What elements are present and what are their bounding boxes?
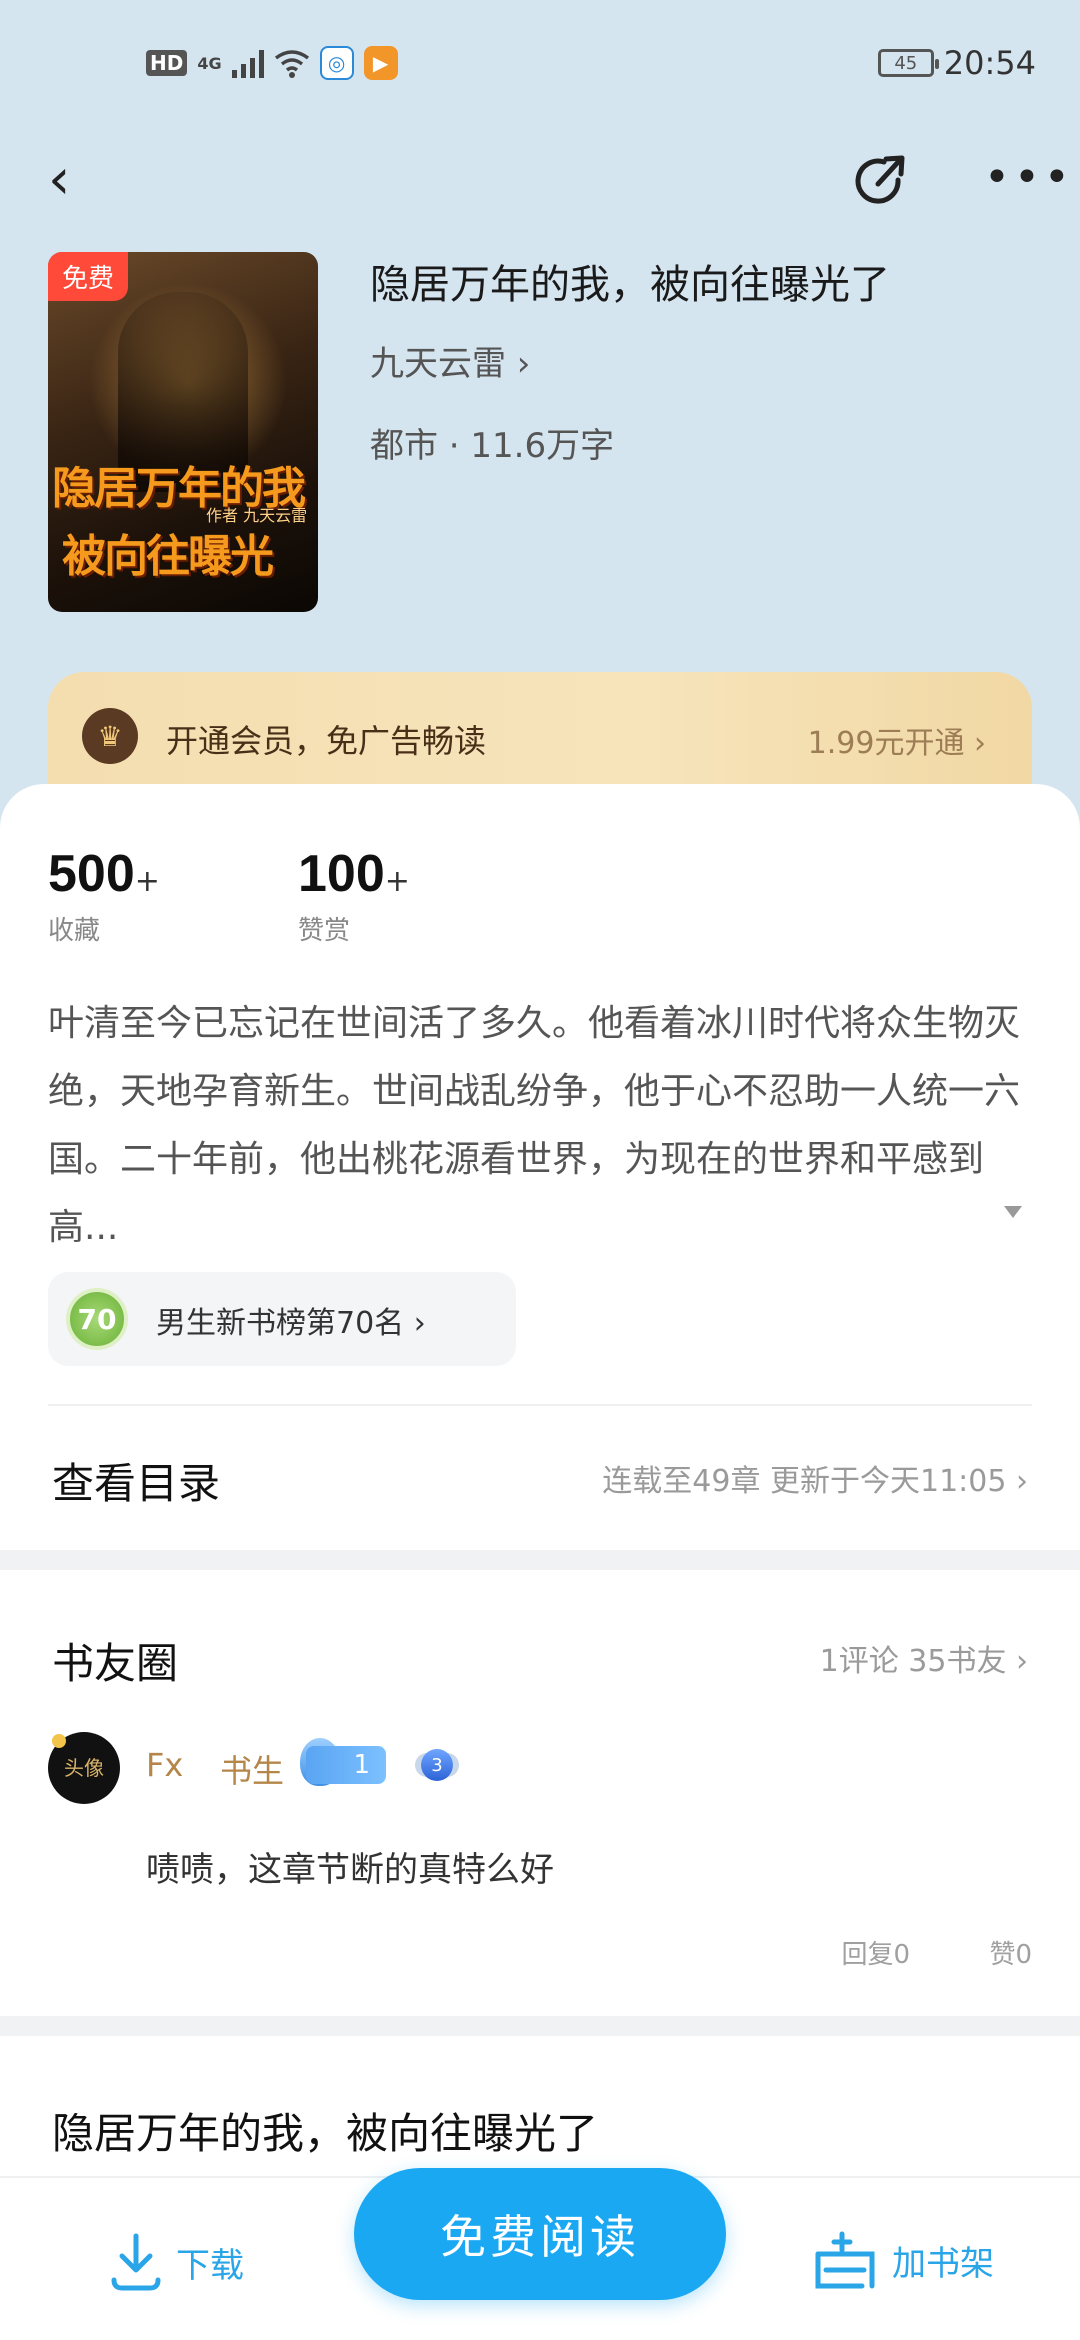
- share-icon[interactable]: [850, 150, 912, 212]
- section-gap: [0, 1550, 1080, 1570]
- download-icon: [111, 2233, 161, 2291]
- download-label: 下载: [176, 2245, 244, 2286]
- author-link[interactable]: 九天云雷 ›: [370, 336, 530, 385]
- avatar-badge: [52, 1734, 66, 1748]
- user-title: 书生: [220, 1752, 285, 1790]
- fan-level-badge: 1: [306, 1746, 386, 1784]
- book-cover[interactable]: 免费 隐居万年的我 作者 九天云雷 被向往曝光: [48, 252, 318, 612]
- free-read-button[interactable]: 免费阅读: [354, 2168, 726, 2300]
- book-circle-meta[interactable]: 1评论 35书友 ›: [820, 1636, 1028, 1680]
- stat-suffix: +: [384, 864, 410, 899]
- add-to-shelf-button[interactable]: 加书架: [814, 2230, 994, 2290]
- reading-section-title: 隐居万年的我，被向往曝光了: [52, 2109, 599, 2158]
- book-circle-title: 书友圈: [52, 1639, 179, 1688]
- toc-label[interactable]: 查看目录: [52, 1450, 220, 1511]
- status-bar: HD 4G ◎ ▶ 45 20:54: [0, 40, 1080, 96]
- network-type: 4G: [197, 53, 222, 73]
- rank-level: 3: [421, 1749, 453, 1781]
- status-left: HD 4G ◎ ▶: [146, 46, 398, 80]
- crown-icon: ♛: [82, 708, 138, 764]
- stat-label: 赞赏: [298, 916, 351, 946]
- vip-text: 开通会员，免广告畅读: [166, 722, 487, 760]
- cover-title-line2: 被向往曝光: [62, 531, 274, 582]
- browser-app-icon: ◎: [319, 46, 354, 80]
- bottom-action-bar: 下载 免费阅读 加书架: [0, 2168, 1080, 2340]
- medal-icon: 70: [66, 1288, 128, 1350]
- ranking-text: 男生新书榜第70名 ›: [156, 1306, 426, 1341]
- ranking-chip[interactable]: 70 男生新书榜第70名 ›: [48, 1272, 516, 1366]
- back-icon[interactable]: ‹: [48, 150, 88, 210]
- divider: [48, 1404, 1032, 1406]
- signal-icon: [231, 48, 264, 78]
- stat-value: 500: [48, 845, 135, 903]
- wifi-icon: [274, 50, 309, 78]
- stat-favorites: 500+ 收藏: [48, 844, 160, 947]
- stat-suffix: +: [134, 864, 160, 899]
- detail-sheet: 500+ 收藏 100+ 赞赏 叶清至今已忘记在世间活了多久。他看着冰川时代将众…: [0, 784, 1080, 2340]
- username[interactable]: Fx: [146, 1746, 183, 1784]
- more-icon[interactable]: •••: [984, 156, 1074, 200]
- bookshelf-add-icon: [815, 2231, 875, 2289]
- download-button[interactable]: 下载: [110, 2232, 244, 2292]
- vip-price: 1.99元开通 ›: [807, 726, 986, 761]
- shelf-label: 加书架: [892, 2243, 994, 2284]
- reply-count[interactable]: 回复0: [841, 1934, 910, 1971]
- book-title: 隐居万年的我，被向往曝光了: [370, 262, 890, 308]
- like-count[interactable]: 赞0: [989, 1934, 1032, 1971]
- status-right: 45 20:54: [877, 44, 1036, 82]
- battery-icon: 45: [877, 49, 939, 77]
- stat-rewards: 100+ 赞赏: [298, 844, 410, 947]
- book-description[interactable]: 叶清至今已忘记在世间活了多久。他看着冰川时代将众生物灭绝，天地孕育新生。世间战乱…: [48, 990, 1028, 1262]
- comment-text[interactable]: 啧啧，这章节断的真特么好: [146, 1842, 554, 1891]
- stat-value: 100: [298, 845, 385, 903]
- clock: 20:54: [943, 44, 1036, 82]
- hd-icon: HD: [146, 50, 188, 76]
- rank-badge-icon: 3: [410, 1742, 464, 1788]
- section-gap: [0, 2016, 1080, 2036]
- book-meta: 都市 · 11.6万字: [370, 426, 615, 466]
- video-app-icon: ▶: [363, 46, 398, 80]
- free-badge: 免费: [48, 252, 129, 301]
- stat-label: 收藏: [48, 916, 101, 946]
- expand-icon[interactable]: [1004, 1206, 1022, 1218]
- toc-status[interactable]: 连载至49章 更新于今天11:05 ›: [602, 1456, 1028, 1500]
